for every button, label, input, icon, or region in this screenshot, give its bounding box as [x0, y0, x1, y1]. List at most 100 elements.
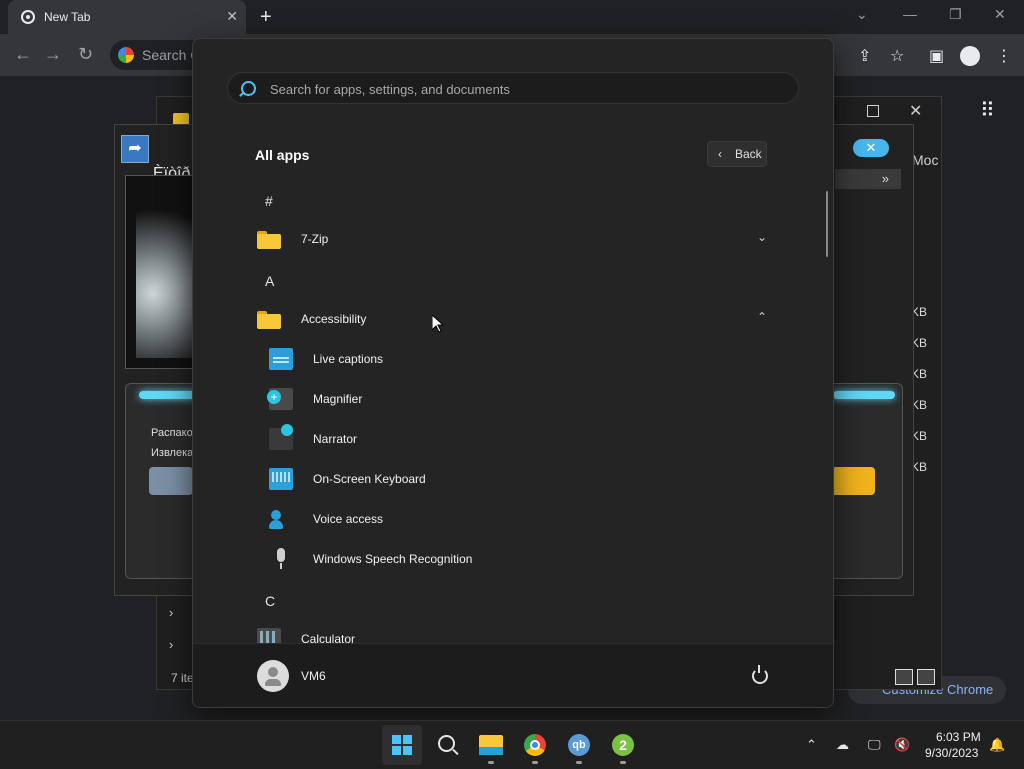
show-hidden-icons-chevron-icon[interactable]: ⌃	[806, 737, 817, 753]
taskbar-qbittorrent[interactable]: qb	[559, 725, 599, 765]
all-apps-list: # 7-Zip ⌄ A Accessibility ⌃ Live caption…	[193, 179, 833, 643]
tab-search-chevron-icon[interactable]: ⌄	[856, 6, 868, 23]
profile-avatar[interactable]	[960, 46, 980, 66]
taskbar-chrome[interactable]	[515, 725, 555, 765]
tab-title: New Tab	[44, 10, 91, 24]
start-search-box[interactable]	[227, 72, 799, 104]
magnifier-icon	[267, 388, 293, 410]
live-captions-icon	[269, 348, 293, 370]
folder-icon	[257, 231, 281, 249]
side-panel-icon[interactable]: ▣	[929, 46, 944, 66]
item-count: 7 ite	[171, 671, 194, 685]
chevron-up-icon[interactable]: ⌃	[757, 310, 767, 324]
progress-bar	[833, 391, 895, 399]
share-icon[interactable]: ⇪	[858, 46, 871, 66]
taskbar-app-two[interactable]: 2	[603, 725, 643, 765]
taskbar-file-explorer[interactable]	[471, 725, 511, 765]
app-label: Calculator	[301, 632, 356, 643]
running-indicator	[488, 761, 494, 764]
progress-bar	[139, 391, 199, 399]
reload-icon[interactable]: ↻	[78, 44, 93, 65]
windows-logo-icon	[392, 735, 412, 755]
scrollbar-thumb[interactable]	[826, 191, 828, 257]
bookmark-star-icon[interactable]: ☆	[890, 46, 904, 66]
app-voice-access[interactable]: Voice access	[193, 499, 833, 539]
restore-icon[interactable]: ❐	[949, 6, 962, 23]
chevron-down-icon[interactable]: ⌄	[757, 230, 767, 244]
google-apps-icon[interactable]: ⠿	[980, 98, 995, 123]
app-windows-speech-recognition[interactable]: Windows Speech Recognition	[193, 539, 833, 579]
browser-tab[interactable]: New Tab ✕	[8, 0, 246, 34]
start-menu: All apps ‹ Back # 7-Zip ⌄ A Accessibilit…	[192, 38, 834, 708]
running-indicator	[620, 761, 626, 764]
close-window-icon[interactable]: ✕	[994, 6, 1006, 23]
qbittorrent-icon: qb	[568, 734, 590, 756]
start-button[interactable]	[382, 725, 422, 765]
app-label: Windows Speech Recognition	[313, 552, 473, 566]
chrome-title-bar: New Tab ✕ + ⌄ — ❐ ✕	[0, 0, 1024, 34]
close-icon[interactable]: ✕	[909, 101, 922, 121]
tab-close-icon[interactable]: ✕	[226, 8, 238, 25]
search-icon	[438, 735, 455, 752]
narrator-icon	[269, 424, 293, 450]
onedrive-cloud-icon[interactable]: ☁	[836, 737, 849, 753]
app-on-screen-keyboard[interactable]: On-Screen Keyboard	[193, 459, 833, 499]
calculator-icon	[257, 628, 281, 643]
back-label: Back	[735, 147, 762, 161]
clock-time[interactable]: 6:03 PM	[936, 730, 981, 744]
voice-access-icon	[269, 508, 293, 530]
group-letter: #	[265, 193, 273, 209]
app-label: 7-Zip	[301, 232, 329, 246]
extract-arrow-icon: ➦	[121, 135, 149, 163]
all-apps-title: All apps	[255, 147, 310, 163]
clock-date[interactable]: 9/30/2023	[925, 746, 978, 760]
group-header-a[interactable]: A	[193, 259, 833, 299]
new-tab-button[interactable]: +	[260, 6, 272, 29]
chevron-right-icon[interactable]: ›	[169, 605, 173, 620]
app-narrator[interactable]: Narrator	[193, 419, 833, 459]
details-view-icon[interactable]	[895, 669, 913, 685]
start-search-input[interactable]	[268, 79, 772, 99]
chrome-favicon-icon	[21, 10, 35, 24]
status-line: Распако	[151, 427, 193, 439]
taskbar-search-button[interactable]	[427, 725, 467, 765]
app-label: Voice access	[313, 512, 384, 526]
dialog-button[interactable]	[149, 467, 193, 495]
notification-bell-icon[interactable]: 🔔	[989, 737, 1005, 753]
forward-button[interactable]: »	[835, 169, 901, 189]
thumbnail-view-icon[interactable]	[917, 669, 935, 685]
dialog-close-button[interactable]: ✕	[853, 139, 889, 157]
search-icon	[241, 81, 256, 96]
group-header-hash[interactable]: #	[193, 179, 833, 219]
user-avatar-icon	[257, 660, 289, 692]
file-explorer-icon	[479, 735, 503, 755]
maximize-icon[interactable]	[867, 105, 879, 117]
power-icon[interactable]	[752, 665, 768, 684]
volume-muted-icon[interactable]: 🔇	[894, 737, 910, 753]
chrome-menu-icon[interactable]: ⋮	[996, 46, 1012, 66]
app-calculator[interactable]: Calculator	[193, 619, 833, 643]
folder-7zip[interactable]: 7-Zip ⌄	[193, 219, 833, 259]
folder-icon	[257, 311, 281, 329]
chevron-right-icon[interactable]: ›	[169, 637, 173, 652]
network-icon[interactable]: 🖵	[868, 737, 881, 753]
app-label: Magnifier	[313, 392, 363, 406]
back-button[interactable]: ‹ Back	[707, 141, 767, 167]
microphone-icon	[269, 548, 293, 570]
minimize-icon[interactable]: —	[903, 6, 917, 22]
user-name: VM6	[301, 669, 326, 683]
mouse-pointer-icon	[432, 315, 444, 333]
app-magnifier[interactable]: Magnifier	[193, 379, 833, 419]
keyboard-icon	[269, 468, 293, 490]
group-header-c[interactable]: C	[193, 579, 833, 619]
folder-accessibility[interactable]: Accessibility ⌃	[193, 299, 833, 339]
forward-arrow-icon[interactable]: →	[44, 44, 62, 65]
start-footer: VM6	[193, 643, 833, 707]
app-live-captions[interactable]: Live captions	[193, 339, 833, 379]
dialog-button[interactable]	[831, 467, 875, 495]
back-arrow-icon[interactable]: ←	[14, 44, 32, 65]
app-label: Narrator	[313, 432, 358, 446]
google-icon	[118, 47, 134, 63]
status-line: Извлека	[151, 447, 194, 459]
app-label: Accessibility	[301, 312, 367, 326]
